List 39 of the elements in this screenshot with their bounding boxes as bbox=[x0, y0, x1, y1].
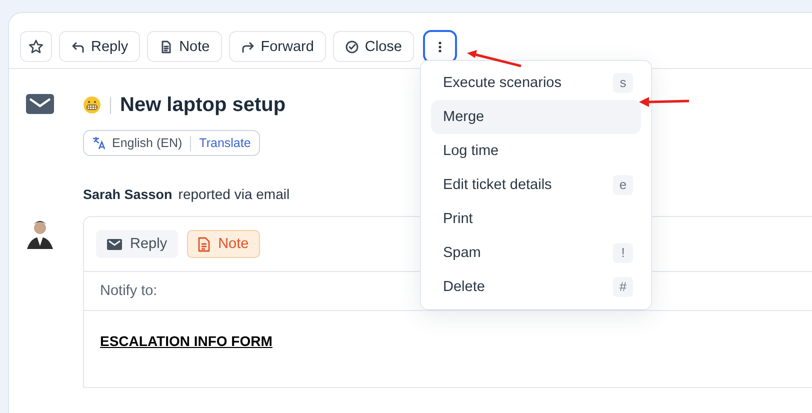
menu-item[interactable]: Spam ! bbox=[431, 236, 641, 270]
check-circle-icon bbox=[344, 40, 359, 54]
shortcut-key: ! bbox=[613, 243, 633, 263]
translate-link[interactable]: Translate bbox=[199, 136, 251, 150]
more-options-button[interactable] bbox=[422, 30, 457, 63]
shortcut-key: # bbox=[613, 277, 633, 297]
annotation-arrow bbox=[467, 50, 523, 68]
reply-button[interactable]: Reply bbox=[59, 31, 140, 62]
reported-via-text: reported via email bbox=[178, 186, 290, 202]
star-icon bbox=[28, 38, 44, 54]
body-heading: ESCALATION INFO FORM bbox=[100, 333, 272, 349]
menu-item[interactable]: Delete # bbox=[431, 270, 641, 304]
forward-arrow-icon bbox=[240, 40, 255, 54]
translate-icon bbox=[92, 136, 106, 150]
envelope-icon bbox=[26, 94, 54, 114]
document-icon bbox=[198, 236, 210, 252]
menu-item[interactable]: Print bbox=[431, 202, 641, 236]
shortcut-key: e bbox=[613, 175, 633, 195]
menu-item[interactable]: Log time bbox=[431, 134, 641, 168]
ticket-title: New laptop setup bbox=[120, 94, 286, 116]
reply-arrow-icon bbox=[71, 40, 85, 54]
notify-label: Notify to: bbox=[100, 283, 158, 299]
close-button[interactable]: Close bbox=[332, 31, 414, 62]
shortcut-key: s bbox=[613, 73, 633, 93]
forward-button[interactable]: Forward bbox=[228, 31, 326, 62]
reporter-name[interactable]: Sarah Sasson bbox=[83, 186, 172, 202]
avatar-figure bbox=[26, 219, 54, 251]
menu-item[interactable]: Execute scenarios s bbox=[431, 66, 641, 100]
menu-item[interactable]: Edit ticket details e bbox=[431, 168, 641, 202]
vertical-dots-icon bbox=[438, 40, 442, 52]
menu-item[interactable]: Merge bbox=[431, 100, 641, 134]
document-icon bbox=[159, 40, 174, 54]
language-label: English (EN) bbox=[112, 136, 182, 150]
reply-tab[interactable]: Reply bbox=[96, 230, 178, 258]
grimacing-emoji-icon bbox=[83, 96, 101, 114]
star-button[interactable] bbox=[20, 31, 52, 62]
envelope-icon bbox=[107, 238, 122, 250]
annotation-arrow bbox=[639, 97, 689, 107]
note-button[interactable]: Note bbox=[147, 31, 222, 62]
